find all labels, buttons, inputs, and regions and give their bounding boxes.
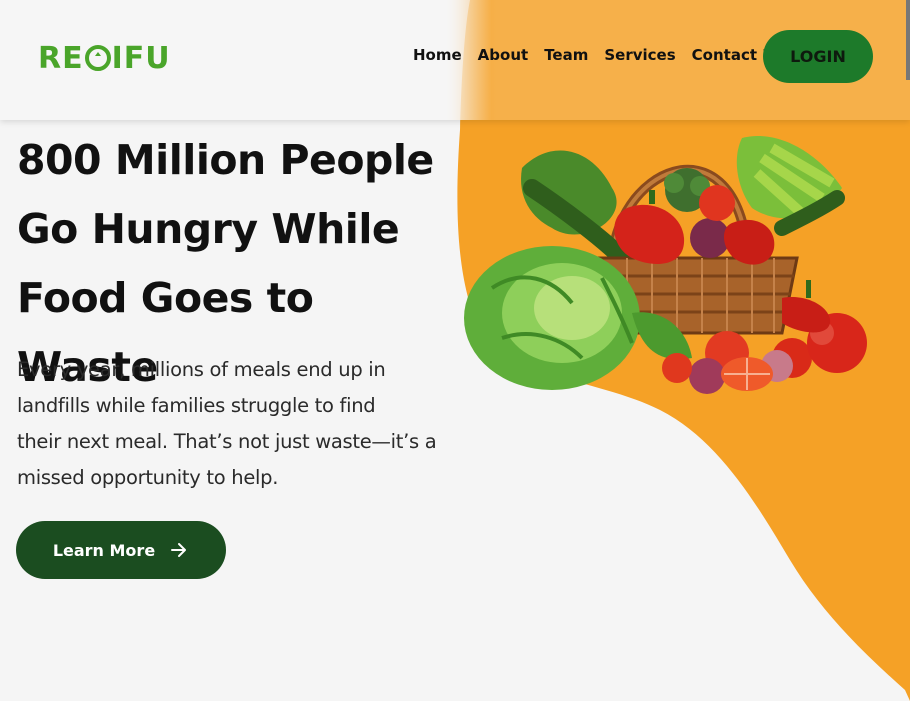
nav-team[interactable]: Team	[544, 46, 588, 64]
arrow-right-icon	[171, 543, 187, 557]
recycle-icon	[84, 45, 111, 71]
hero-subtitle-line: Every year, millions of meals end up in	[17, 358, 386, 381]
logo[interactable]: RE IFU	[38, 38, 171, 78]
site-header: RE IFU Home About Team Services Contact …	[0, 0, 910, 120]
nav-about[interactable]: About	[478, 46, 529, 64]
main-nav: Home About Team Services Contact Us	[413, 46, 783, 64]
hero-subtitle-line: landfills while families struggle to fin…	[17, 394, 376, 417]
learn-more-label: Learn More	[52, 540, 156, 560]
login-button[interactable]: LOGIN	[763, 30, 873, 83]
hero-subtitle: Every year, millions of meals end up in …	[17, 352, 457, 496]
learn-more-button[interactable]: Learn More	[16, 521, 226, 579]
nav-home[interactable]: Home	[413, 46, 462, 64]
vegetable-basket-image	[464, 136, 867, 394]
hero-subtitle-line: missed opportunity to help.	[17, 466, 279, 489]
logo-text-right: IFU	[111, 40, 171, 76]
hero-subtitle-line: their next meal. That’s not just waste—i…	[17, 430, 437, 453]
scrollbar[interactable]	[906, 0, 910, 80]
hero-title-line: 800 Million People	[17, 136, 434, 184]
logo-text-left: RE	[38, 40, 84, 76]
hero-title-line: Go Hungry While	[17, 205, 400, 253]
nav-services[interactable]: Services	[604, 46, 675, 64]
